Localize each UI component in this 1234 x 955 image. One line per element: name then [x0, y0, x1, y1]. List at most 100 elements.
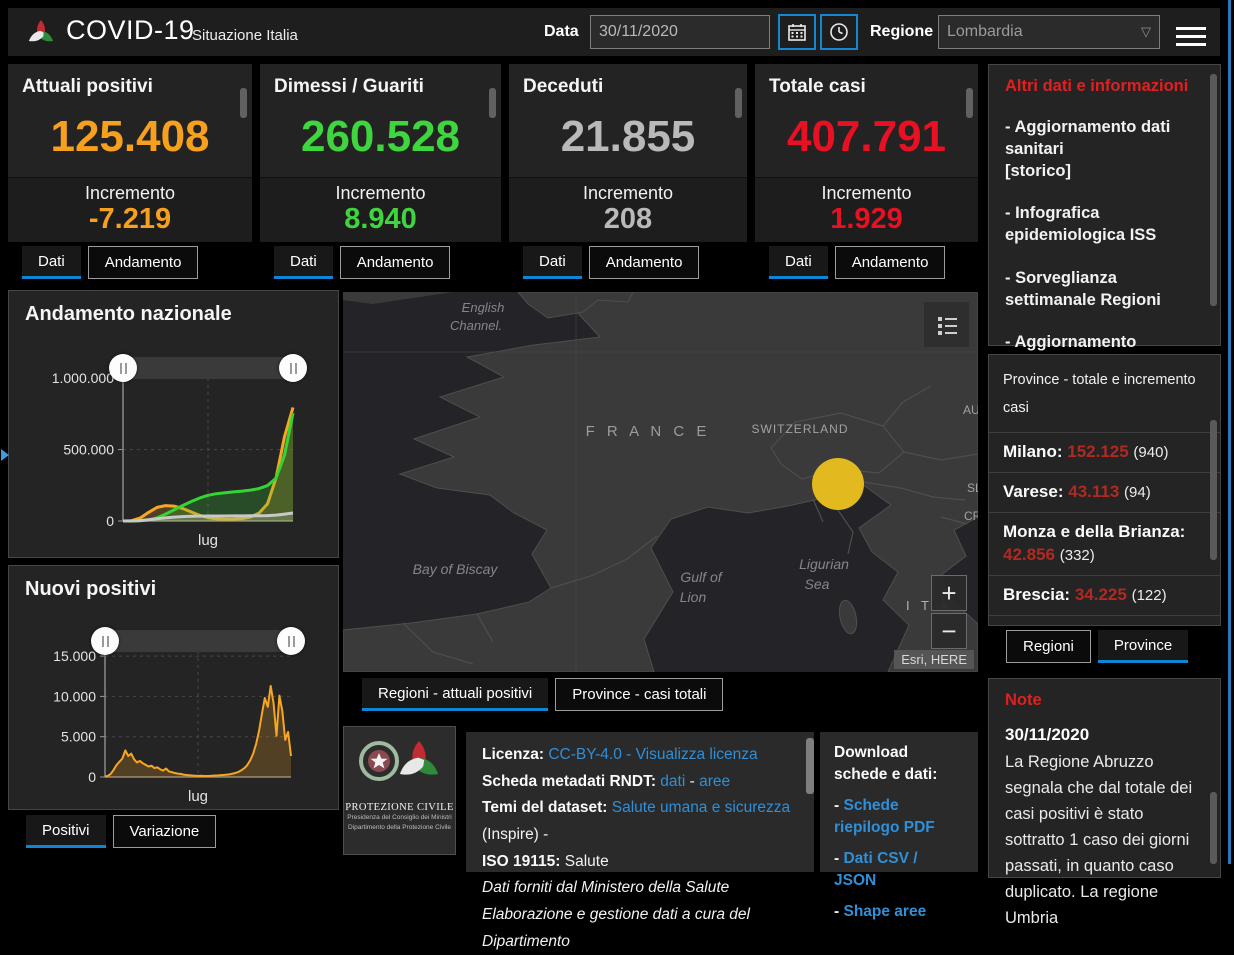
- license-scrollbar[interactable]: [806, 738, 814, 794]
- metadata-dati-link[interactable]: dati: [660, 773, 685, 790]
- protezione-civile-emblem-icon: [358, 741, 438, 781]
- tab-andamento[interactable]: Andamento: [588, 246, 700, 279]
- app-title: COVID-19: [66, 15, 195, 45]
- map-label-croatia: CR: [964, 509, 978, 523]
- card-totale-tabs: Dati Andamento: [769, 246, 946, 279]
- link-aggiornamento-dati-sanitari[interactable]: - Aggiornamento dati sanitari [storico]: [1005, 117, 1204, 182]
- province-row-varese: Varese: 43.113 (94): [989, 472, 1220, 512]
- legend-button[interactable]: [924, 302, 969, 347]
- page-scrollbar[interactable]: [1228, 0, 1231, 864]
- tab-dati[interactable]: Dati: [22, 246, 81, 279]
- map-label-english-channel: English: [462, 300, 505, 315]
- tab-regioni-attuali-positivi[interactable]: Regioni - attuali positivi: [362, 678, 549, 711]
- chevron-down-icon: ▽: [1141, 24, 1151, 39]
- card-scrollbar[interactable]: [240, 88, 247, 118]
- time-slider-handle-left[interactable]: [91, 627, 119, 655]
- svg-text:5.000: 5.000: [61, 729, 96, 745]
- tab-variazione[interactable]: Variazione: [112, 815, 217, 848]
- metadata-aree-link[interactable]: aree: [699, 773, 730, 790]
- panel-nuovi-positivi: Nuovi positivi 15.000 10.000 5.000 0 lug: [8, 565, 339, 810]
- increment-value: 208: [603, 203, 653, 235]
- map[interactable]: English Channel. F R A N C E SWITZERLAND…: [342, 291, 988, 673]
- license-link[interactable]: CC-BY-4.0 - Visualizza licenza: [548, 746, 757, 763]
- time-slider-track[interactable]: [123, 357, 293, 379]
- tab-dati[interactable]: Dati: [274, 246, 333, 279]
- date-label: Data: [544, 23, 579, 40]
- card-scrollbar[interactable]: [966, 88, 973, 118]
- map-label-austria: AUS: [963, 403, 978, 417]
- card-title: Totale casi: [769, 76, 866, 97]
- note-scrollbar[interactable]: [1210, 792, 1217, 864]
- card-dimessi-guariti: Dimessi / Guariti 260.528 Incremento 8.9…: [260, 64, 501, 242]
- zoom-out-button[interactable]: −: [931, 613, 967, 649]
- increment-value: 8.940: [344, 203, 417, 235]
- province-panel: Province - totale e incremento casi Mila…: [988, 354, 1221, 626]
- card-increment: Incremento 1.929: [755, 177, 978, 242]
- salute-umana-link[interactable]: Salute umana e sicurezza: [612, 799, 790, 816]
- map-label-slovenia: SL: [967, 481, 978, 495]
- time-slider-handle-right[interactable]: [277, 627, 305, 655]
- download-schede-pdf-link[interactable]: - Schede riepilogo PDF: [834, 795, 964, 840]
- link-sorveglianza-regioni[interactable]: - Sorveglianza settimanale Regioni: [1005, 268, 1204, 312]
- card-scrollbar[interactable]: [735, 88, 742, 118]
- card-increment: Incremento 8.940: [260, 177, 501, 242]
- time-button[interactable]: [820, 14, 858, 50]
- calendar-button[interactable]: [778, 14, 816, 50]
- download-csv-json-link[interactable]: - Dati CSV / JSON: [834, 848, 964, 893]
- map-label-bay-of-biscay: Bay of Biscay: [413, 561, 499, 577]
- iso-line: ISO 19115: Salute: [482, 852, 609, 870]
- altri-dati-panel: Altri dati e informazioni - Aggiornament…: [988, 64, 1221, 351]
- map-layer-tabs: Regioni - attuali positivi Province - ca…: [362, 678, 724, 711]
- increment-label: Incremento: [821, 183, 912, 203]
- card-totale-casi: Totale casi 407.791 Incremento 1.929: [755, 64, 978, 242]
- note-date: 30/11/2020: [1005, 725, 1090, 744]
- card-title: Deceduti: [523, 76, 604, 97]
- download-shape-link[interactable]: - Shape aree: [834, 901, 964, 923]
- svg-text:15.000: 15.000: [53, 648, 96, 664]
- menu-icon: [1176, 27, 1206, 30]
- menu-button[interactable]: [1176, 22, 1208, 51]
- time-slider-handle-left[interactable]: [109, 354, 137, 382]
- card-attuali-positivi: Attuali positivi 125.408 Incremento -7.2…: [8, 64, 252, 242]
- province-scrollbar[interactable]: [1210, 420, 1217, 560]
- data-source-line: Dati forniti dal Ministero della Salute: [482, 879, 730, 897]
- dataset-theme-line: Temi del dataset: Salute umana e sicurez…: [482, 799, 791, 843]
- svg-text:1.000.000: 1.000.000: [52, 370, 114, 386]
- clock-icon: [830, 23, 848, 41]
- note-body: La Regione Abruzzo segnala che dal total…: [1005, 753, 1193, 928]
- tab-andamento[interactable]: Andamento: [87, 246, 199, 279]
- map-label-ligurian-sea: Ligurian: [799, 556, 849, 572]
- region-select[interactable]: Lombardia ▽: [938, 15, 1160, 49]
- province-row-milano: Milano: 152.125 (940): [989, 432, 1220, 472]
- svg-text:Lion: Lion: [680, 589, 707, 605]
- time-slider-track[interactable]: [105, 630, 291, 652]
- link-infografica-iss[interactable]: - Infografica epidemiologica ISS: [1005, 203, 1204, 247]
- tab-dati[interactable]: Dati: [523, 246, 582, 279]
- date-input[interactable]: 30/11/2020: [590, 15, 770, 49]
- app-header: COVID-19 Situazione Italia Data 30/11/20…: [8, 8, 1220, 56]
- link-aggiornamento[interactable]: - Aggiornamento: [1005, 332, 1204, 354]
- region-select-value: Lombardia: [947, 23, 1023, 40]
- tab-province-casi-totali[interactable]: Province - casi totali: [555, 678, 724, 711]
- metadata-line: Scheda metadati RNDT: dati - aree: [482, 772, 731, 790]
- time-slider-handle-right[interactable]: [279, 354, 307, 382]
- increment-label: Incremento: [582, 183, 674, 203]
- map-canvas: English Channel. F R A N C E SWITZERLAND…: [342, 291, 988, 673]
- altri-dati-scrollbar[interactable]: [1210, 74, 1217, 306]
- download-panel: Download schede e dati: - Schede riepilo…: [820, 732, 978, 920]
- protezione-civile-panel: PROTEZIONE CIVILE Presidenza del Consigl…: [343, 726, 456, 855]
- card-scrollbar[interactable]: [489, 88, 496, 118]
- zoom-in-button[interactable]: +: [931, 575, 967, 611]
- tab-regioni[interactable]: Regioni: [1006, 630, 1091, 663]
- tab-dati[interactable]: Dati: [769, 246, 828, 279]
- logo-name: PROTEZIONE CIVILE: [345, 802, 454, 813]
- svg-text:0: 0: [106, 513, 114, 529]
- expand-panel-chevron-icon[interactable]: [1, 449, 9, 461]
- note-panel: Note 30/11/2020 La Regione Abruzzo segna…: [988, 678, 1221, 927]
- tab-positivi[interactable]: Positivi: [26, 815, 106, 848]
- tab-andamento[interactable]: Andamento: [339, 246, 451, 279]
- tab-andamento[interactable]: Andamento: [834, 246, 946, 279]
- card-value: 125.408: [50, 112, 210, 161]
- tab-province[interactable]: Province: [1097, 630, 1189, 663]
- svg-text:lug: lug: [188, 788, 208, 805]
